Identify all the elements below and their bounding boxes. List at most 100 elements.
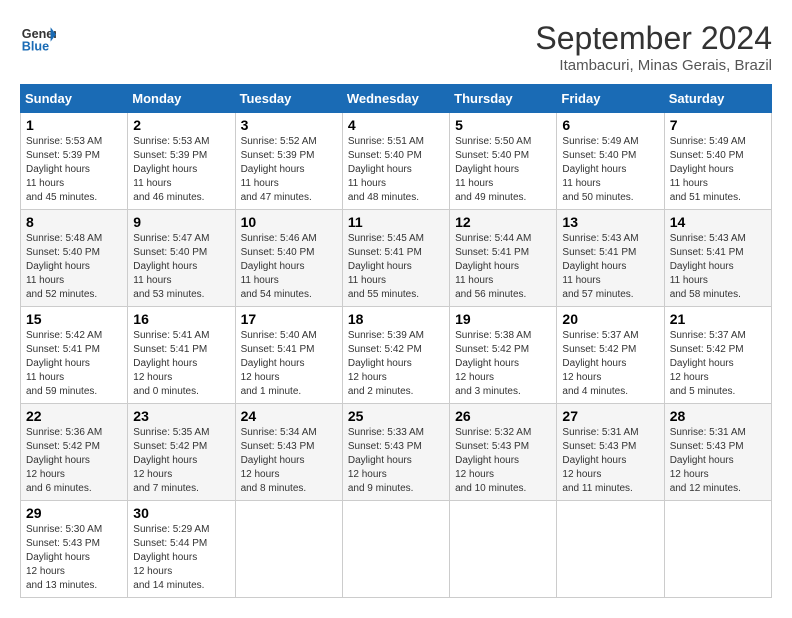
calendar-day-cell: 7 Sunrise: 5:49 AMSunset: 5:40 PMDayligh… — [664, 113, 771, 210]
day-number: 22 — [26, 408, 122, 424]
calendar-day-cell: 19 Sunrise: 5:38 AMSunset: 5:42 PMDaylig… — [450, 307, 557, 404]
day-info: Sunrise: 5:44 AMSunset: 5:41 PMDaylight … — [455, 233, 531, 300]
calendar-day-cell: 28 Sunrise: 5:31 AMSunset: 5:43 PMDaylig… — [664, 404, 771, 501]
calendar-day-cell: 24 Sunrise: 5:34 AMSunset: 5:43 PMDaylig… — [235, 404, 342, 501]
calendar-week-row: 1 Sunrise: 5:53 AMSunset: 5:39 PMDayligh… — [21, 113, 772, 210]
day-info: Sunrise: 5:52 AMSunset: 5:39 PMDaylight … — [241, 136, 317, 203]
day-info: Sunrise: 5:45 AMSunset: 5:41 PMDaylight … — [348, 233, 424, 300]
day-info: Sunrise: 5:40 AMSunset: 5:41 PMDaylight … — [241, 330, 317, 397]
logo-icon: General Blue — [20, 20, 56, 56]
header-wednesday: Wednesday — [342, 85, 449, 113]
day-number: 20 — [562, 311, 658, 327]
calendar-day-cell: 1 Sunrise: 5:53 AMSunset: 5:39 PMDayligh… — [21, 113, 128, 210]
day-info: Sunrise: 5:35 AMSunset: 5:42 PMDaylight … — [133, 427, 209, 494]
day-info: Sunrise: 5:33 AMSunset: 5:43 PMDaylight … — [348, 427, 424, 494]
calendar-day-cell: 13 Sunrise: 5:43 AMSunset: 5:41 PMDaylig… — [557, 210, 664, 307]
day-number: 12 — [455, 214, 551, 230]
day-info: Sunrise: 5:39 AMSunset: 5:42 PMDaylight … — [348, 330, 424, 397]
calendar-week-row: 8 Sunrise: 5:48 AMSunset: 5:40 PMDayligh… — [21, 210, 772, 307]
day-info: Sunrise: 5:34 AMSunset: 5:43 PMDaylight … — [241, 427, 317, 494]
calendar-day-cell: 10 Sunrise: 5:46 AMSunset: 5:40 PMDaylig… — [235, 210, 342, 307]
day-number: 6 — [562, 117, 658, 133]
day-info: Sunrise: 5:53 AMSunset: 5:39 PMDaylight … — [133, 136, 209, 203]
day-info: Sunrise: 5:43 AMSunset: 5:41 PMDaylight … — [562, 233, 638, 300]
calendar-day-cell: 20 Sunrise: 5:37 AMSunset: 5:42 PMDaylig… — [557, 307, 664, 404]
day-number: 4 — [348, 117, 444, 133]
day-info: Sunrise: 5:42 AMSunset: 5:41 PMDaylight … — [26, 330, 102, 397]
day-number: 18 — [348, 311, 444, 327]
day-number: 27 — [562, 408, 658, 424]
day-info: Sunrise: 5:53 AMSunset: 5:39 PMDaylight … — [26, 136, 102, 203]
day-info: Sunrise: 5:37 AMSunset: 5:42 PMDaylight … — [670, 330, 746, 397]
day-info: Sunrise: 5:31 AMSunset: 5:43 PMDaylight … — [670, 427, 746, 494]
day-number: 25 — [348, 408, 444, 424]
day-number: 30 — [133, 505, 229, 521]
day-info: Sunrise: 5:41 AMSunset: 5:41 PMDaylight … — [133, 330, 209, 397]
day-info: Sunrise: 5:47 AMSunset: 5:40 PMDaylight … — [133, 233, 209, 300]
day-info: Sunrise: 5:32 AMSunset: 5:43 PMDaylight … — [455, 427, 531, 494]
day-number: 11 — [348, 214, 444, 230]
header: General Blue September 2024 Itambacuri, … — [20, 20, 772, 74]
day-number: 21 — [670, 311, 766, 327]
calendar-day-cell — [235, 501, 342, 598]
calendar-day-cell: 18 Sunrise: 5:39 AMSunset: 5:42 PMDaylig… — [342, 307, 449, 404]
calendar-week-row: 15 Sunrise: 5:42 AMSunset: 5:41 PMDaylig… — [21, 307, 772, 404]
month-title: September 2024 — [535, 20, 772, 57]
day-info: Sunrise: 5:50 AMSunset: 5:40 PMDaylight … — [455, 136, 531, 203]
calendar-day-cell: 2 Sunrise: 5:53 AMSunset: 5:39 PMDayligh… — [128, 113, 235, 210]
calendar-table: Sunday Monday Tuesday Wednesday Thursday… — [20, 84, 772, 598]
calendar-day-cell: 16 Sunrise: 5:41 AMSunset: 5:41 PMDaylig… — [128, 307, 235, 404]
calendar-day-cell: 8 Sunrise: 5:48 AMSunset: 5:40 PMDayligh… — [21, 210, 128, 307]
calendar-week-row: 29 Sunrise: 5:30 AMSunset: 5:43 PMDaylig… — [21, 501, 772, 598]
calendar-day-cell — [342, 501, 449, 598]
day-number: 13 — [562, 214, 658, 230]
day-info: Sunrise: 5:49 AMSunset: 5:40 PMDaylight … — [562, 136, 638, 203]
day-info: Sunrise: 5:49 AMSunset: 5:40 PMDaylight … — [670, 136, 746, 203]
day-info: Sunrise: 5:31 AMSunset: 5:43 PMDaylight … — [562, 427, 638, 494]
day-info: Sunrise: 5:36 AMSunset: 5:42 PMDaylight … — [26, 427, 102, 494]
day-number: 5 — [455, 117, 551, 133]
calendar-week-row: 22 Sunrise: 5:36 AMSunset: 5:42 PMDaylig… — [21, 404, 772, 501]
calendar-day-cell: 9 Sunrise: 5:47 AMSunset: 5:40 PMDayligh… — [128, 210, 235, 307]
day-number: 16 — [133, 311, 229, 327]
day-info: Sunrise: 5:46 AMSunset: 5:40 PMDaylight … — [241, 233, 317, 300]
day-number: 29 — [26, 505, 122, 521]
calendar-day-cell: 4 Sunrise: 5:51 AMSunset: 5:40 PMDayligh… — [342, 113, 449, 210]
header-thursday: Thursday — [450, 85, 557, 113]
calendar-day-cell: 14 Sunrise: 5:43 AMSunset: 5:41 PMDaylig… — [664, 210, 771, 307]
svg-text:Blue: Blue — [22, 40, 49, 54]
calendar-day-cell: 3 Sunrise: 5:52 AMSunset: 5:39 PMDayligh… — [235, 113, 342, 210]
calendar-day-cell: 12 Sunrise: 5:44 AMSunset: 5:41 PMDaylig… — [450, 210, 557, 307]
day-number: 26 — [455, 408, 551, 424]
header-monday: Monday — [128, 85, 235, 113]
day-number: 1 — [26, 117, 122, 133]
calendar-day-cell: 25 Sunrise: 5:33 AMSunset: 5:43 PMDaylig… — [342, 404, 449, 501]
day-number: 14 — [670, 214, 766, 230]
calendar-day-cell: 29 Sunrise: 5:30 AMSunset: 5:43 PMDaylig… — [21, 501, 128, 598]
day-info: Sunrise: 5:48 AMSunset: 5:40 PMDaylight … — [26, 233, 102, 300]
day-number: 28 — [670, 408, 766, 424]
day-info: Sunrise: 5:37 AMSunset: 5:42 PMDaylight … — [562, 330, 638, 397]
day-info: Sunrise: 5:29 AMSunset: 5:44 PMDaylight … — [133, 524, 209, 591]
day-info: Sunrise: 5:38 AMSunset: 5:42 PMDaylight … — [455, 330, 531, 397]
day-number: 19 — [455, 311, 551, 327]
calendar-day-cell: 17 Sunrise: 5:40 AMSunset: 5:41 PMDaylig… — [235, 307, 342, 404]
day-number: 9 — [133, 214, 229, 230]
calendar-day-cell: 6 Sunrise: 5:49 AMSunset: 5:40 PMDayligh… — [557, 113, 664, 210]
calendar-day-cell: 15 Sunrise: 5:42 AMSunset: 5:41 PMDaylig… — [21, 307, 128, 404]
calendar-day-cell — [557, 501, 664, 598]
day-number: 24 — [241, 408, 337, 424]
calendar-day-cell: 5 Sunrise: 5:50 AMSunset: 5:40 PMDayligh… — [450, 113, 557, 210]
location-subtitle: Itambacuri, Minas Gerais, Brazil — [535, 57, 772, 74]
calendar-day-cell: 30 Sunrise: 5:29 AMSunset: 5:44 PMDaylig… — [128, 501, 235, 598]
calendar-day-cell: 11 Sunrise: 5:45 AMSunset: 5:41 PMDaylig… — [342, 210, 449, 307]
calendar-day-cell: 21 Sunrise: 5:37 AMSunset: 5:42 PMDaylig… — [664, 307, 771, 404]
header-tuesday: Tuesday — [235, 85, 342, 113]
header-friday: Friday — [557, 85, 664, 113]
logo: General Blue — [20, 20, 56, 56]
day-number: 3 — [241, 117, 337, 133]
calendar-day-cell: 22 Sunrise: 5:36 AMSunset: 5:42 PMDaylig… — [21, 404, 128, 501]
calendar-day-cell — [664, 501, 771, 598]
day-info: Sunrise: 5:30 AMSunset: 5:43 PMDaylight … — [26, 524, 102, 591]
day-number: 8 — [26, 214, 122, 230]
